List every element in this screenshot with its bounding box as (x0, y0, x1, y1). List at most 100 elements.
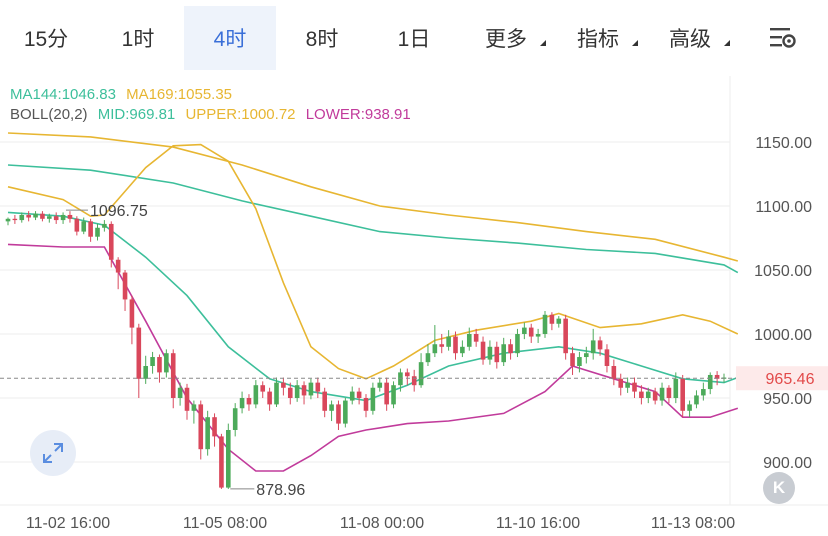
candle-body (411, 376, 417, 386)
candle-body (274, 382, 279, 405)
candle-body (618, 378, 624, 388)
candle-body (40, 213, 45, 219)
y-tick-label: 1100.00 (755, 199, 812, 216)
candle-body (391, 385, 396, 405)
y-tick-label: 1050.00 (754, 263, 812, 280)
candle-body (198, 404, 204, 450)
candle-body (570, 353, 575, 366)
candle-body (74, 218, 80, 232)
candle-body (308, 382, 314, 396)
candle-body (370, 387, 376, 411)
candle-body (701, 389, 706, 396)
candle-body (639, 391, 644, 398)
current-price-label: 965.46 (766, 371, 815, 388)
candle-body (184, 387, 190, 411)
x-tick-label: 11-02 16:00 (26, 515, 110, 532)
candle-body (632, 382, 637, 392)
candle-body (53, 216, 59, 221)
candle-body (219, 436, 224, 488)
candle-body (108, 223, 114, 260)
expand-button[interactable] (30, 430, 76, 476)
candle-body (446, 336, 451, 347)
candle-body (239, 398, 245, 409)
candle-body (604, 349, 610, 366)
candle-body (460, 346, 465, 354)
y-tick-label: 1150.00 (755, 135, 812, 152)
candle-body (212, 417, 217, 437)
candle-body (625, 382, 630, 388)
candle-body (439, 344, 445, 347)
y-tick-label: 950.00 (763, 391, 812, 408)
series-line-ma169 (7, 132, 739, 262)
candle-body (136, 327, 142, 379)
candle-body (577, 357, 582, 366)
candle-body (398, 372, 403, 386)
x-tick-label: 11-13 08:00 (651, 515, 735, 532)
candle-body (466, 334, 472, 347)
candle-body (528, 327, 534, 337)
low-annotation: 878.96 (256, 482, 305, 499)
candle-body (645, 391, 651, 398)
candle-body (659, 387, 665, 401)
candle-body (652, 391, 658, 401)
candle-body (343, 400, 348, 424)
x-tick-label: 11-05 08:00 (183, 515, 267, 532)
candle-body (405, 372, 410, 377)
candle-body (170, 353, 176, 398)
candle-body (122, 272, 128, 300)
candle-body (33, 213, 38, 218)
candle-body (322, 391, 327, 411)
candle-body (515, 334, 520, 354)
candle-body (680, 378, 685, 411)
y-tick-label: 900.00 (763, 455, 812, 472)
candle-body (88, 221, 93, 237)
candle-body (377, 382, 383, 388)
candle-body (480, 341, 486, 360)
candle-body (329, 404, 334, 411)
candle-body (453, 336, 458, 354)
x-tick-label: 11-08 00:00 (340, 515, 424, 532)
candle-body (294, 385, 300, 398)
candle-body (129, 299, 135, 328)
candle-body (301, 385, 307, 396)
candle-body (67, 214, 73, 219)
candle-body (707, 374, 713, 390)
candle-body (12, 218, 18, 221)
candle-body (177, 387, 183, 398)
expand-icon (43, 443, 63, 463)
candle-body (47, 216, 52, 219)
candle-body (60, 214, 66, 221)
candle-body (102, 223, 107, 228)
candle-body (542, 314, 548, 334)
k-button[interactable]: K (763, 472, 795, 504)
candlestick-chart: 1150.00 1100.00 1050.00 1000.00 950.00 900.00… (0, 76, 828, 532)
candle-body (5, 218, 11, 222)
candle-body (494, 346, 500, 363)
candle-body (164, 353, 169, 373)
high-annotation: 1096.75 (90, 203, 148, 220)
candle-body (418, 362, 424, 386)
candle-body (150, 357, 155, 366)
candle-body (246, 398, 252, 405)
candle-body (508, 344, 513, 354)
candle-body (157, 357, 162, 373)
candle-body (487, 346, 493, 360)
series-line-lower (7, 243, 739, 472)
candle-body (549, 314, 555, 324)
candle-body (590, 340, 596, 354)
candle-body (673, 378, 679, 398)
y-tick-label: 1000.00 (754, 327, 812, 344)
candle-body (315, 382, 321, 392)
candle-body (115, 259, 121, 273)
candle-body (501, 344, 506, 363)
series-line-mid (7, 211, 739, 402)
candle-body (81, 221, 87, 232)
x-tick-label: 11-10 16:00 (496, 515, 580, 532)
candle-body (425, 353, 431, 363)
candle-body (694, 395, 699, 405)
candle-body (26, 214, 31, 218)
candle-body (687, 404, 692, 411)
candle-body (253, 385, 259, 405)
candle-body (563, 318, 568, 354)
candle-body (473, 334, 479, 342)
